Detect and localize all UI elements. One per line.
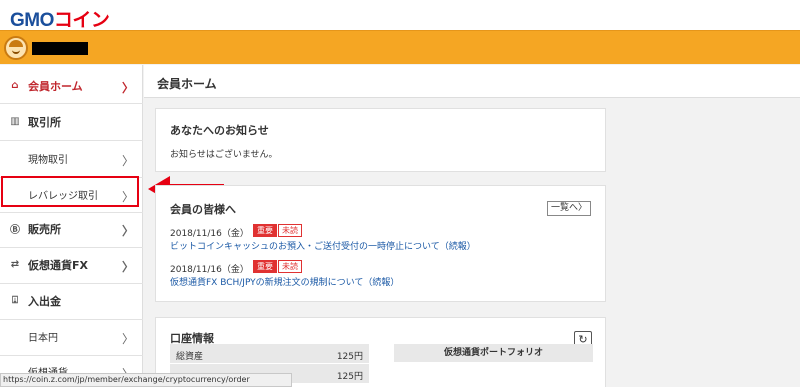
news-link[interactable]: ビットコインキャッシュのお預入・ご送付受付の一時停止について（続報） [170,239,476,252]
news-link[interactable]: 仮想通貨FX BCH/JPYの新規注文の規制について（続報） [170,275,399,288]
gmo-coin-logo[interactable]: GMOコイン [10,5,110,32]
exchange-icon: ⇄ [10,259,20,270]
row-value: 125円 [336,352,363,362]
important-badge: 重要 [253,224,277,237]
notices-card: あなたへのお知らせ お知らせはございません。 [155,108,606,172]
sidebar-item-label: 日本円 [28,333,58,344]
page-title: 会員ホーム [157,77,217,91]
sidebar-item-exchange[interactable]: ▥ 取引所 [0,103,143,140]
row-label: 総資産 [176,352,204,362]
sidebar-item-jpy[interactable]: 日本円 〉 [0,318,143,355]
building-icon: ▥ [10,116,20,127]
sidebar-item-crypto-fx[interactable]: ⇄ 仮想通貨FX 〉 [0,246,143,283]
notices-title: あなたへのお知らせ [170,124,269,137]
browser-status-url: https://coin.z.com/jp/member/exchange/cr… [0,373,292,387]
table-row: 総資産 125円 [170,344,369,364]
sidebar-item-label: 販売所 [28,222,61,236]
news-date: 2018/11/16（金） [170,265,249,275]
chevron-right-icon: 〉 [121,223,134,238]
logo-accent: コイン [53,10,110,31]
deposit-icon: ⍗ [12,295,18,306]
sidebar-item-member-home[interactable]: ⌂ 会員ホーム 〉 [0,67,143,104]
sidebar-item-label: 会員ホーム [28,79,83,93]
chevron-right-icon: 〉 [121,153,134,168]
sidebar-item-spot-trading[interactable]: 現物取引 〉 [0,140,143,177]
avatar[interactable] [4,36,28,60]
row-value: 125円 [336,372,363,382]
home-icon: ⌂ [11,80,19,91]
chevron-right-icon: 〉 [121,80,134,95]
username-redacted [32,42,88,55]
sidebar: ⌂ 会員ホーム 〉 ▥ 取引所 現物取引 〉 レバレッジ取引 〉 Ⓑ 販売所 〉… [0,65,143,387]
portfolio-header: 仮想通貨ポートフォリオ [394,344,593,362]
important-badge: 重要 [253,260,277,273]
bitcoin-icon: Ⓑ [10,225,20,236]
sidebar-item-label: 仮想通貨FX [28,258,88,272]
sidebar-item-label: 入出金 [28,294,61,308]
sidebar-item-deposit-withdraw[interactable]: ⍗ 入出金 [0,282,143,319]
unread-badge: 未読 [278,224,302,237]
sidebar-item-label: 現物取引 [28,155,68,166]
logo-text: GMO [10,10,54,31]
announcements-card: 会員の皆様へ 一覧へ〉 2018/11/16（金） 重要 未読 ビットコインキャ… [155,185,606,302]
unread-badge: 未読 [278,260,302,273]
main-header: 会員ホーム [144,65,800,98]
chevron-right-icon: 〉 [121,259,134,274]
user-bar [0,30,800,64]
sidebar-item-sales-office[interactable]: Ⓑ 販売所 〉 [0,210,143,247]
top-bar: GMOコイン [0,0,800,32]
news-date: 2018/11/16（金） [170,229,249,239]
view-all-button[interactable]: 一覧へ〉 [547,201,591,216]
announcements-title: 会員の皆様へ [170,203,236,216]
sidebar-item-label: 取引所 [28,115,61,129]
highlight-box [1,176,139,207]
notices-empty-text: お知らせはございません。 [170,150,278,160]
chevron-right-icon: 〉 [121,331,134,346]
